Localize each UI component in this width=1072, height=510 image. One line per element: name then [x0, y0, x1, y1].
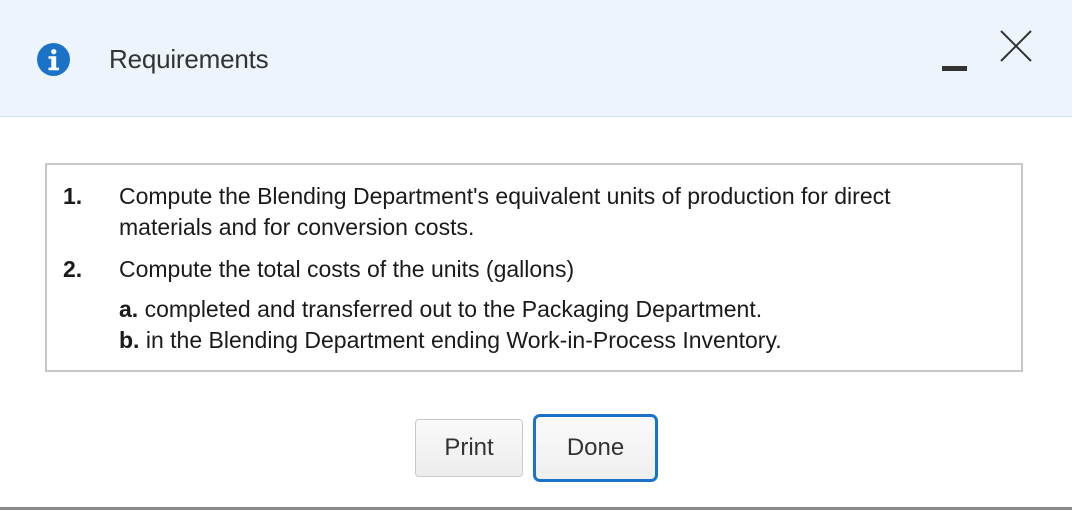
- dialog-title: Requirements: [109, 44, 269, 74]
- requirement-line: materials and for conversion costs.: [119, 214, 475, 240]
- requirement-subitem-a: a. completed and transferred out to the …: [119, 294, 782, 325]
- requirements-dialog: Requirements 1. Compute the Blending Dep…: [0, 0, 1072, 510]
- requirement-item-2: Compute the total costs of the units (ga…: [119, 254, 782, 356]
- subitem-label: a.: [119, 296, 139, 322]
- requirement-number: 1.: [63, 183, 83, 209]
- print-button[interactable]: Print: [415, 419, 523, 477]
- requirement-line: Compute the Blending Department's equiva…: [119, 183, 891, 209]
- subitem-text: in the Blending Department ending Work-i…: [139, 327, 782, 353]
- info-icon: [37, 43, 70, 76]
- close-icon[interactable]: [998, 28, 1034, 64]
- dialog-header: Requirements: [0, 0, 1072, 117]
- requirement-line: Compute the total costs of the units (ga…: [119, 256, 575, 282]
- done-button[interactable]: Done: [533, 414, 658, 482]
- requirements-list: 1. Compute the Blending Department's equ…: [45, 163, 1023, 372]
- requirement-item-1: Compute the Blending Department's equiva…: [119, 181, 891, 243]
- subitem-text: completed and transferred out to the Pac…: [138, 296, 763, 322]
- minimize-button[interactable]: [937, 40, 973, 76]
- minimize-icon: [942, 66, 967, 71]
- subitem-label: b.: [119, 327, 140, 353]
- requirement-number: 2.: [63, 256, 83, 282]
- requirement-subitem-b: b. in the Blending Department ending Wor…: [119, 325, 782, 356]
